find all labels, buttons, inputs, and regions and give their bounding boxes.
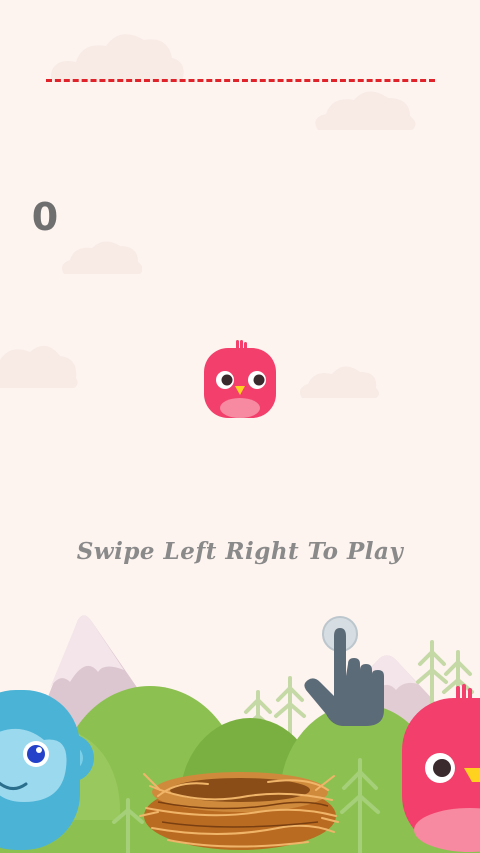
pink-bird-icon xyxy=(402,684,480,852)
score-counter: 0 xyxy=(31,195,59,239)
cloud xyxy=(315,91,416,130)
cloud xyxy=(62,241,142,274)
nest-icon xyxy=(139,772,339,850)
cloud xyxy=(0,345,78,388)
swipe-hand-icon xyxy=(304,616,384,726)
instruction-text: Swipe Left Right To Play xyxy=(76,538,404,565)
blue-monkey-icon xyxy=(0,690,94,850)
cloud xyxy=(300,366,379,398)
limit-line xyxy=(46,79,435,82)
game-screen[interactable]: 0 Swipe Left Right To Play xyxy=(0,0,480,853)
cloud xyxy=(50,34,184,82)
player-bird-icon[interactable] xyxy=(202,338,278,420)
